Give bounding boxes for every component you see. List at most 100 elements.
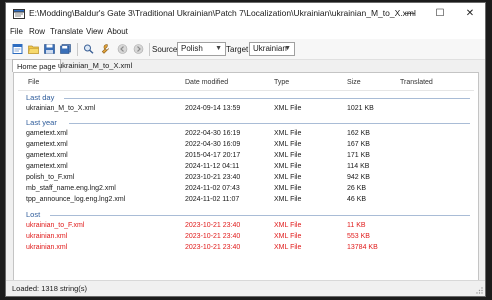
save-icon[interactable] [44,44,55,54]
cell-date: 2015-04-17 20:17 [185,152,241,159]
cell-date: 2024-09-14 13:59 [185,105,241,112]
menu-bar: File Row Translate View About [6,25,485,39]
cell-type: XML File [274,174,302,181]
cell-type: XML File [274,244,302,251]
cell-date: 2022-04-30 16:19 [185,130,241,137]
cell-size: 114 KB [347,163,370,170]
cell-type: XML File [274,105,302,112]
forward-icon[interactable] [133,44,144,54]
save-all-icon[interactable] [60,44,71,54]
cell-size: 11 KB [347,222,366,229]
cell-file: tpp_announce_log.eng.lng2.xml [26,196,126,203]
cell-date: 2023-10-21 23:40 [185,244,241,251]
group-divider [64,98,470,99]
file-list-panel: File Date modified Type Size Translated … [13,72,479,282]
cell-type: XML File [274,163,302,170]
toolbar-separator [149,43,150,56]
wrench-icon[interactable] [99,44,110,54]
group-title-last-day[interactable]: Last day [26,93,54,102]
open-folder-icon[interactable] [28,44,39,54]
table-row[interactable]: polish_to_F.xml 2023-10-21 23:40 XML Fil… [14,174,478,184]
cell-date: 2023-10-21 23:40 [185,174,241,181]
group-title-lost[interactable]: Lost [26,210,40,219]
maximize-button[interactable]: ☐ [425,3,455,25]
table-row[interactable]: gametext.xml 2024-11-12 04:11 XML File 1… [14,163,478,173]
table-row[interactable]: ukrainian.xml 2023-10-21 23:40 XML File … [14,233,478,243]
column-header-translated[interactable]: Translated [400,79,433,86]
cell-file: gametext.xml [26,130,68,137]
back-icon[interactable] [117,44,128,54]
cell-size: 1021 KB [347,105,374,112]
cell-date: 2024-11-02 07:43 [185,185,240,192]
cell-file: ukrainian_to_F.xml [26,222,85,229]
toolbar-separator [77,43,78,56]
cell-date: 2024-11-02 11:07 [185,196,240,203]
table-row[interactable]: gametext.xml 2022-04-30 16:19 XML File 1… [14,130,478,140]
cell-size: 167 KB [347,141,370,148]
cell-size: 553 KB [347,233,370,240]
target-language-value: Ukrainian [253,44,287,53]
header-divider [18,90,474,91]
cell-date: 2024-11-12 04:11 [185,163,240,170]
search-icon[interactable] [83,44,94,54]
target-language-select[interactable]: Ukrainian ▼ [249,42,295,56]
cell-file: gametext.xml [26,152,68,159]
cell-size: 26 KB [347,185,367,192]
cell-file: gametext.xml [26,163,68,170]
source-label: Source [152,45,178,54]
minimize-button[interactable]: — [395,3,425,25]
group-title-last-year[interactable]: Last year [26,118,57,127]
cell-file: ukrainian.xml [26,233,68,240]
table-row[interactable]: ukrainian_to_F.xml 2023-10-21 23:40 XML … [14,222,478,232]
column-header-date-modified[interactable]: Date modified [185,79,228,86]
source-language-value: Polish [181,44,203,53]
cell-size: 942 KB [347,174,370,181]
title-bar[interactable]: E:\Modding\Baldur's Gate 3\Traditional U… [6,3,485,25]
cell-type: XML File [274,141,302,148]
source-language-select[interactable]: Polish ▼ [177,42,226,56]
table-row[interactable]: gametext.xml 2022-04-30 16:09 XML File 1… [14,141,478,151]
app-icon [13,9,25,19]
tab-ukrainian-m-to-x[interactable]: ukrainian_M_to_X.xml [54,59,136,72]
window-title: E:\Modding\Baldur's Gate 3\Traditional U… [29,8,416,18]
target-label: Target [226,45,249,54]
column-header-size[interactable]: Size [347,79,361,86]
cell-type: XML File [274,222,302,229]
menu-file[interactable]: File [10,27,23,36]
menu-about[interactable]: About [107,27,128,36]
resize-grip-icon[interactable] [475,286,483,294]
cell-size: 13784 KB [347,244,378,251]
table-row[interactable]: gametext.xml 2015-04-17 20:17 XML File 1… [14,152,478,162]
cell-date: 2022-04-30 16:09 [185,141,241,148]
status-text: Loaded: 1318 string(s) [12,284,88,293]
cell-type: XML File [274,196,302,203]
status-bar: Loaded: 1318 string(s) [6,280,485,296]
cell-size: 162 KB [347,130,370,137]
column-header-type[interactable]: Type [274,79,289,86]
menu-row[interactable]: Row [29,27,45,36]
table-row[interactable]: ukrainian.xml 2023-10-21 23:40 XML File … [14,244,478,254]
menu-view[interactable]: View [86,27,103,36]
chevron-down-icon: ▼ [215,45,222,52]
table-row[interactable]: mb_staff_name.eng.lng2.xml 2024-11-02 07… [14,185,478,195]
group-divider [50,215,470,216]
new-file-icon[interactable] [12,44,23,54]
cell-date: 2023-10-21 23:40 [185,222,241,229]
cell-date: 2023-10-21 23:40 [185,233,241,240]
app-window: E:\Modding\Baldur's Gate 3\Traditional U… [5,2,486,297]
cell-type: XML File [274,233,302,240]
cell-file: ukrainian.xml [26,244,68,251]
table-row[interactable]: ukrainian_M_to_X.xml 2024-09-14 13:59 XM… [14,105,478,115]
column-header-file[interactable]: File [28,79,39,86]
tab-strip: Home page ukrainian_M_to_X.xml [6,59,485,72]
chevron-down-icon: ▼ [284,45,291,52]
cell-file: gametext.xml [26,141,68,148]
close-button[interactable]: ✕ [455,3,485,25]
cell-type: XML File [274,185,302,192]
cell-type: XML File [274,130,302,137]
cell-size: 171 KB [347,152,370,159]
cell-file: mb_staff_name.eng.lng2.xml [26,185,116,192]
menu-translate[interactable]: Translate [50,27,83,36]
cell-file: ukrainian_M_to_X.xml [26,105,96,112]
table-row[interactable]: tpp_announce_log.eng.lng2.xml 2024-11-02… [14,196,478,206]
